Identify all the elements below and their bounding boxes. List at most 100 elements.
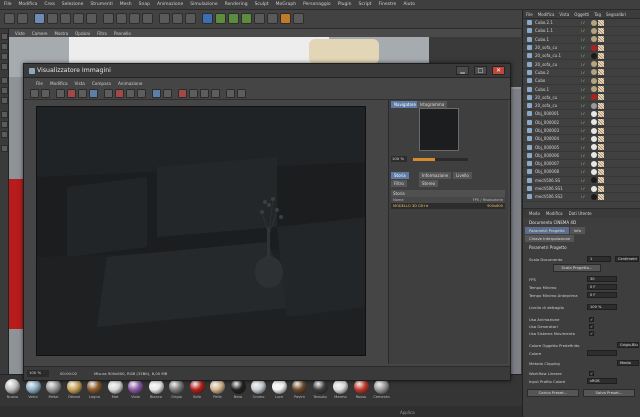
edges-mode-icon[interactable] [1,87,8,94]
material-tag-icon[interactable] [591,144,597,151]
object-row[interactable]: Obj_000004 ⁝✓ [523,135,640,144]
navigator-thumbnail[interactable] [419,108,459,151]
visibility-dots-icon[interactable]: ⁝✓ [581,120,589,125]
material-tag-icon[interactable] [591,77,597,84]
compare-b-icon[interactable] [137,89,146,98]
use-animation-checkbox[interactable]: ✓ [589,317,594,322]
object-row[interactable]: mech506.SS1 ⁝✓ [523,185,640,194]
tab-navigator[interactable]: Navigatore [391,101,419,108]
object-menu-file[interactable]: File [526,12,533,17]
object-mode-icon[interactable] [1,43,8,50]
menu-animazione[interactable]: Animazione [157,2,183,7]
material-tag-icon[interactable] [591,193,597,200]
texture-tag-icon[interactable] [598,27,604,34]
menu-aiuto[interactable]: Aiuto [403,2,415,7]
default-color-select[interactable]: Grigio-Blu [617,342,639,348]
open-file-icon[interactable] [30,89,39,98]
min-preview-field[interactable]: 0 F [587,292,617,298]
fit-screen-icon[interactable] [152,89,161,98]
material-tag-icon[interactable] [591,168,597,175]
view-rgb-icon[interactable] [56,89,65,98]
visibility-dots-icon[interactable]: ⁝✓ [581,62,589,67]
material-tag-icon[interactable] [591,110,597,117]
attribute-menu-modo[interactable]: Modo [529,211,540,216]
material-tag-icon[interactable] [591,69,597,76]
cube-icon[interactable] [202,13,213,24]
texture-tag-icon[interactable] [598,44,604,51]
use-motion-checkbox[interactable]: ✓ [589,331,594,336]
viewport-menu-pannello[interactable]: Pannello [114,31,131,36]
spline-pen-icon[interactable] [215,13,226,24]
view-red-icon[interactable] [67,89,76,98]
camera-icon[interactable] [280,13,291,24]
view-green-icon[interactable] [78,89,87,98]
object-row[interactable]: mech506.SS2 ⁝✓ [523,193,640,202]
texture-tag-icon[interactable] [598,61,604,68]
texture-tag-icon[interactable] [598,19,604,26]
material-swatch[interactable]: Ottone [66,379,83,399]
render-picture-viewer-icon[interactable] [172,13,183,24]
texture-tag-icon[interactable] [598,193,604,200]
loop-icon[interactable] [200,89,209,98]
play-icon[interactable] [189,89,198,98]
tab-filter[interactable]: Filtro [391,180,407,187]
clipping-select[interactable]: Medio [617,360,639,366]
menu-personaggio[interactable]: Personaggio [303,2,331,7]
render-view-icon[interactable] [159,13,170,24]
maximize-icon[interactable]: □ [474,66,487,75]
object-row[interactable]: Obj_000007 ⁝✓ [523,160,640,169]
material-tag-icon[interactable] [591,86,597,93]
object-row[interactable]: Cubo.1 ⁝✓ [523,36,640,44]
color-profile-select[interactable]: sRGB [587,378,617,384]
apply-button[interactable]: Applica [400,410,415,415]
stop-render-icon[interactable] [178,89,187,98]
menu-rendering[interactable]: Rendering [225,2,248,7]
tab-history[interactable]: Storia [391,172,409,179]
visibility-dots-icon[interactable]: ⁝✓ [581,20,589,25]
texture-mode-icon[interactable] [1,53,8,60]
min-time-field[interactable]: 0 F [587,284,617,290]
visibility-dots-icon[interactable]: ⁝✓ [581,111,589,116]
array-icon[interactable] [241,13,252,24]
material-tag-icon[interactable] [591,61,597,68]
render-settings-icon[interactable] [185,13,196,24]
tweak-icon[interactable] [1,121,8,128]
menu-script[interactable]: Script [358,2,371,7]
polygons-mode-icon[interactable] [1,97,8,104]
object-menu-oggetti[interactable]: Oggetti [574,12,589,17]
minimize-icon[interactable]: ▁ [456,66,469,75]
object-row[interactable]: Obj_000008 ⁝✓ [523,168,640,177]
close-icon[interactable]: ✕ [492,66,505,75]
menu-crea[interactable]: Crea [44,2,54,7]
texture-tag-icon[interactable] [598,69,604,76]
material-tag-icon[interactable] [591,44,597,51]
menu-plugin[interactable]: Plugin [338,2,352,7]
y-axis-icon[interactable] [116,13,127,24]
view-alpha-icon[interactable] [104,89,113,98]
material-swatch[interactable]: Pavim [291,379,308,399]
texture-tag-icon[interactable] [598,119,604,126]
viewer-menu-modifica[interactable]: Modifica [50,81,68,86]
lod-field[interactable]: 100 % [587,304,617,310]
material-swatch[interactable]: Cemento [373,379,390,399]
material-tag-icon[interactable] [591,185,597,192]
object-row[interactable]: Obj_000006 ⁝✓ [523,152,640,161]
points-mode-icon[interactable] [1,77,8,84]
redo-icon[interactable] [17,13,28,24]
zoom-slider[interactable] [413,158,468,161]
texture-tag-icon[interactable] [598,185,604,192]
texture-tag-icon[interactable] [598,177,604,184]
tab-histogram[interactable]: Istogramma [417,101,448,108]
visibility-dots-icon[interactable]: ⁝✓ [581,37,589,42]
material-tag-icon[interactable] [591,27,597,34]
visibility-dots-icon[interactable]: ⁝✓ [581,45,589,50]
world-coord-icon[interactable] [142,13,153,24]
texture-tag-icon[interactable] [598,135,604,142]
scale-project-button[interactable]: Scala Progetto... [553,264,601,272]
material-tag-icon[interactable] [591,135,597,142]
visibility-dots-icon[interactable]: ⁝✓ [581,87,589,92]
scene-icon[interactable] [267,13,278,24]
light-icon[interactable] [293,13,304,24]
scale-field[interactable]: 1 [587,256,611,262]
visibility-dots-icon[interactable]: ⁝✓ [581,103,589,108]
